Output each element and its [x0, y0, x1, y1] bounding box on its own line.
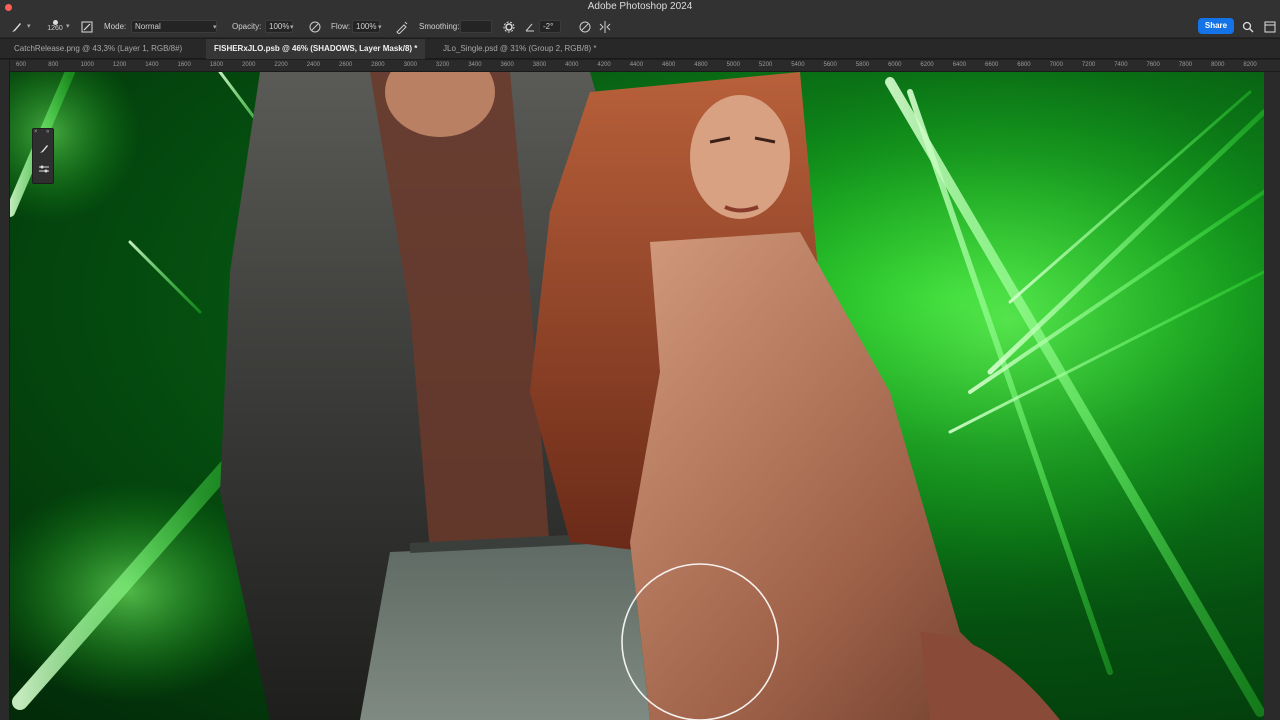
ruler-tick-label: 4000: [565, 62, 579, 68]
ruler-tick-label: 4400: [629, 62, 644, 68]
airbrush-icon[interactable]: [395, 20, 409, 35]
panel-collapse-icon[interactable]: ×: [34, 129, 38, 135]
brush-icon[interactable]: [37, 143, 51, 157]
options-bar: ▾ 1260 ▾ Mode: Normal ▾ Opacity: 100% ▾ …: [0, 16, 1280, 38]
ruler-tick-label: 7800: [1178, 62, 1193, 68]
brush-size-chevron-icon[interactable]: ▾: [66, 20, 70, 34]
symmetry-icon[interactable]: [598, 20, 612, 34]
brush-settings-icon[interactable]: [37, 163, 51, 177]
tab-fisherxjlo[interactable]: FISHERxJLO.psb @ 46% (SHADOWS, Layer Mas…: [206, 39, 426, 59]
ruler-tick-label: 3000: [403, 62, 417, 68]
brush-size-value: 1260: [47, 25, 63, 32]
share-button[interactable]: Share: [1198, 18, 1234, 34]
smoothing-input[interactable]: [460, 20, 492, 34]
ruler-tick-label: 5600: [823, 62, 837, 68]
opacity-label: Opacity:: [232, 22, 262, 31]
opacity-chevron-icon[interactable]: ▾: [288, 20, 294, 34]
angle-value: -2°: [539, 20, 561, 33]
brush-settings-icon[interactable]: [80, 20, 94, 34]
floating-tool-panel: × »: [32, 128, 54, 184]
canvas-artwork: [10, 72, 1264, 720]
ruler-tick-label: 1600: [177, 62, 191, 68]
angle-icon: [524, 20, 536, 34]
mode-chevron-icon[interactable]: ▾: [211, 20, 217, 34]
ruler-tick-label: 4600: [662, 62, 676, 68]
smoothing-gear-icon[interactable]: [503, 20, 515, 34]
ruler-tick-label: 4200: [597, 62, 611, 68]
ruler-tick-label: 5800: [855, 62, 870, 68]
ruler-tick-label: 8000: [1211, 62, 1225, 68]
title-bar: Adobe Photoshop 2024: [0, 0, 1280, 16]
brush-tool-icon[interactable]: [10, 20, 24, 34]
document-tabs: CatchRelease.png @ 43,3% (Layer 1, RGB/8…: [0, 39, 1280, 59]
ruler-tick-label: 4800: [694, 62, 708, 68]
mode-select[interactable]: Normal: [131, 20, 217, 34]
ruler-tick-label: 7200: [1081, 62, 1096, 68]
ruler-tick-label: 800: [48, 62, 59, 68]
ruler-tick-label: 600: [16, 62, 27, 68]
brush-size-picker[interactable]: 1260: [44, 17, 66, 32]
panel-expand-icon[interactable]: »: [46, 129, 49, 135]
ruler-tick-label: 5000: [726, 62, 740, 68]
ruler-tick-label: 1200: [112, 62, 127, 68]
ruler-tick-label: 3600: [500, 62, 514, 68]
tab-catchrelease[interactable]: CatchRelease.png @ 43,3% (Layer 1, RGB/8…: [6, 39, 190, 59]
ruler-tick-label: 1400: [145, 62, 159, 68]
angle-input[interactable]: -2°: [539, 20, 561, 34]
brush-preset-chevron-icon[interactable]: ▾: [27, 20, 31, 34]
ruler-tick-label: 7400: [1114, 62, 1128, 68]
tab-jlo-single[interactable]: JLo_Single.psd @ 31% (Group 2, RGB/8) *: [435, 39, 605, 59]
ruler-tick-label: 2800: [371, 62, 385, 68]
ruler-tick-label: 2400: [306, 62, 321, 68]
ruler-tick-label: 3200: [435, 62, 450, 68]
flow-label: Flow:: [331, 22, 351, 31]
ruler-tick-label: 7000: [1049, 62, 1063, 68]
ruler-tick-label: 7600: [1146, 62, 1160, 68]
ruler-tick-label: 1000: [80, 62, 94, 68]
ruler-tick-label: 5400: [791, 62, 805, 68]
ruler-tick-label: 8200: [1243, 62, 1257, 68]
smoothing-value: [460, 20, 492, 33]
ruler-tick-label: 6400: [952, 62, 967, 68]
ruler-tick-label: 2600: [339, 62, 353, 68]
ruler-tick-label: 6600: [985, 62, 999, 68]
app-title: Adobe Photoshop 2024: [587, 1, 693, 12]
ruler-tick-label: 6800: [1017, 62, 1031, 68]
smoothing-label: Smoothing:: [419, 22, 460, 31]
ruler-tick-label: 1800: [209, 62, 224, 68]
ruler-tick-label: 3800: [532, 62, 547, 68]
mode-label: Mode:: [104, 22, 127, 31]
ruler-tick-label: 2200: [274, 62, 288, 68]
ruler-vertical[interactable]: [0, 60, 10, 720]
search-icon[interactable]: [1242, 20, 1254, 34]
canvas-right-gutter: [1264, 72, 1280, 720]
flow-chevron-icon[interactable]: ▾: [376, 20, 382, 34]
workspace-icon[interactable]: [1264, 20, 1276, 34]
ruler-horizontal[interactable]: 600 800 1000 1200 1400 1600 1800 2000 2200 2400 26…: [10, 60, 1280, 72]
pressure-size-icon[interactable]: [578, 20, 592, 34]
ruler-tick-label: 3400: [468, 62, 482, 68]
ruler-tick-label: 2000: [242, 62, 256, 68]
mode-value: Normal: [131, 20, 217, 33]
ruler-tick-label: 6200: [920, 62, 934, 68]
ruler-tick-label: 6000: [888, 62, 902, 68]
document-canvas[interactable]: [10, 72, 1264, 720]
pressure-opacity-icon[interactable]: [308, 20, 322, 34]
ruler-tick-label: 5200: [758, 62, 773, 68]
